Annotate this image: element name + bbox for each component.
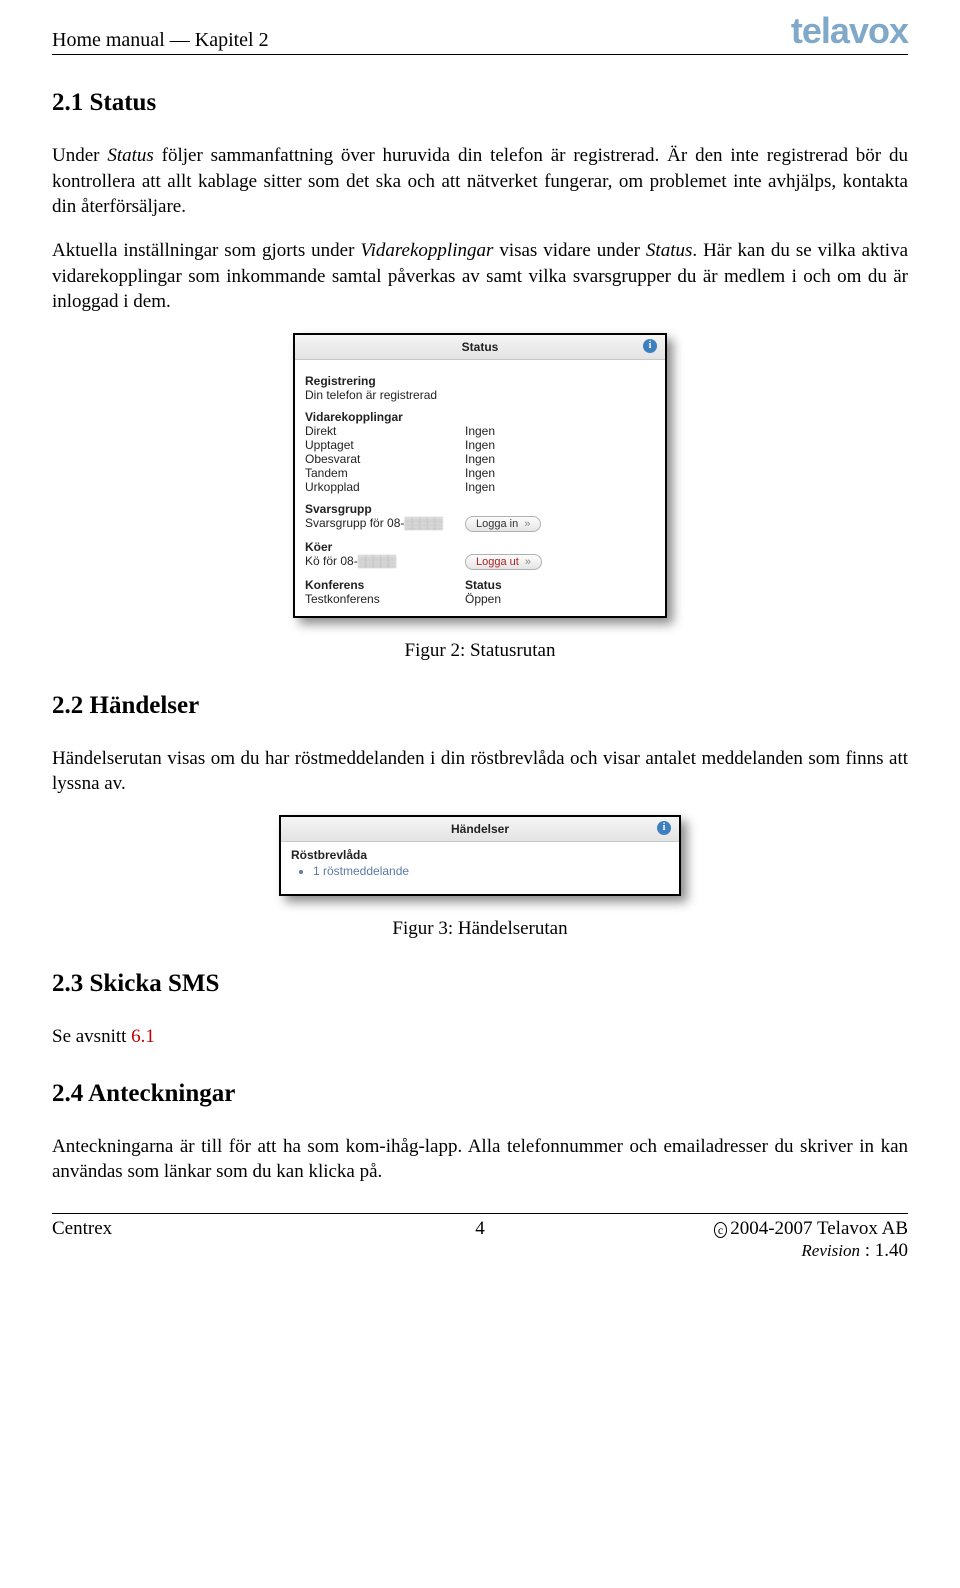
koer-row: Kö för 08-▒▒▒▒▒ Logga ut» [305,554,655,570]
footer-page-number: 4 [52,1218,908,1240]
section-2-3-para: Se avsnitt 6.1 [52,1024,908,1050]
rostbrevlada-heading: Röstbrevlåda [291,848,669,862]
konferens-heading: Konferens [305,578,465,592]
figure-3: Händelser i Röstbrevlåda 1 röstmeddeland… [52,815,908,896]
table-row: TandemIngen [305,466,655,480]
svarsgrupp-heading: Svarsgrupp [305,502,655,516]
section-2-4-para: Anteckningarna är till för att ha som ko… [52,1134,908,1185]
login-button[interactable]: Logga in» [465,516,541,532]
registrering-value: Din telefon är registrerad [305,388,655,402]
chevron-right-icon: » [524,518,530,530]
logout-button[interactable]: Logga ut» [465,554,542,570]
section-2-4-heading: 2.4 Anteckningar [52,1080,908,1108]
figure-2-caption: Figur 2: Statusrutan [52,640,908,662]
chevron-right-icon: » [525,556,531,568]
section-2-1-para-1: Under Status följer sammanfattning över … [52,143,908,220]
obfuscated-number: ▒▒▒▒▒ [404,516,442,530]
handelser-panel-title: Händelser i [281,817,679,842]
brand-logo: telavox [791,10,908,52]
koer-heading: Köer [305,540,655,554]
page-footer: Centrex 4 c2004-2007 Telavox AB Revision… [52,1213,908,1262]
table-row: ObesvaratIngen [305,452,655,466]
section-2-2-para: Händelserutan visas om du har röstmeddel… [52,746,908,797]
registrering-heading: Registrering [305,374,655,388]
table-row: UpptagetIngen [305,438,655,452]
section-2-1-para-2: Aktuella inställningar som gjorts under … [52,238,908,315]
figure-3-caption: Figur 3: Händelserutan [52,918,908,940]
cross-reference-link[interactable]: 6.1 [131,1026,155,1047]
figure-2: Status i Registrering Din telefon är reg… [52,333,908,618]
section-2-2-heading: 2.2 Händelser [52,692,908,720]
footer-revision-value: : 1.40 [860,1240,908,1261]
section-2-1-heading: 2.1 Status [52,89,908,117]
vidarekopplingar-heading: Vidarekopplingar [305,410,655,424]
header-left: Home manual — Kapitel 2 [52,29,269,52]
section-2-3-heading: 2.3 Skicka SMS [52,970,908,998]
table-row: UrkoppladIngen [305,480,655,494]
footer-revision-label: Revision [801,1241,860,1260]
info-icon[interactable]: i [657,821,671,835]
obfuscated-number: ▒▒▒▒▒ [358,554,396,568]
status-panel-title: Status i [295,335,665,360]
svarsgrupp-row: Svarsgrupp för 08-▒▒▒▒▒ Logga in» [305,516,655,532]
konferens-row: Testkonferens Öppen [305,592,655,606]
konferens-status-heading: Status [465,578,655,592]
voicemail-item[interactable]: 1 röstmeddelande [313,864,669,878]
page-header: Home manual — Kapitel 2 telavox [52,10,908,55]
table-row: DirektIngen [305,424,655,438]
info-icon[interactable]: i [643,339,657,353]
